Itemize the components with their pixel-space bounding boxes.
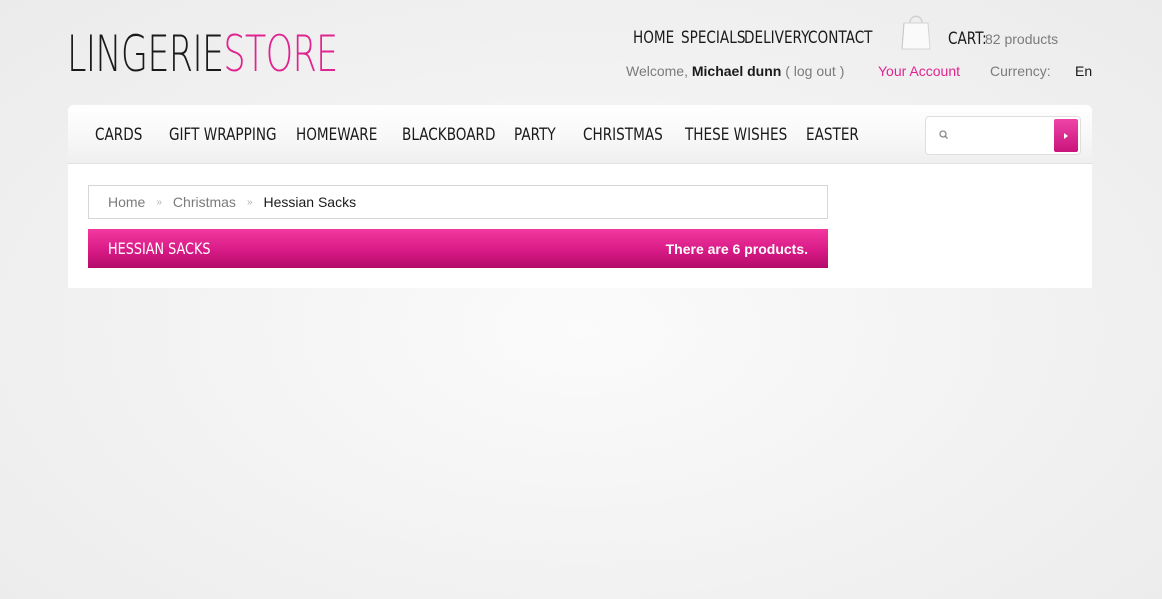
search-input[interactable]: [954, 121, 1054, 150]
logo-text: LINGERIESTORE: [67, 29, 338, 79]
breadcrumb-christmas[interactable]: Christmas: [173, 194, 236, 210]
category-cards[interactable]: CARDS: [95, 124, 142, 146]
top-nav-delivery[interactable]: DELIVERY: [744, 27, 809, 49]
breadcrumb: Home » Christmas » Hessian Sacks: [88, 185, 828, 219]
category-party[interactable]: PARTY: [514, 124, 556, 146]
breadcrumb-separator: »: [246, 196, 253, 208]
cart-label: CART:: [948, 29, 987, 49]
store-logo[interactable]: LINGERIESTORE: [67, 26, 453, 82]
top-nav: HOME SPECIALS DELIVERY CONTACT: [633, 27, 878, 49]
welcome-user-name: Michael dunn: [691, 63, 782, 79]
arrow-right-icon: [1064, 133, 1068, 139]
category-these-wishes[interactable]: THESE WISHES: [685, 124, 787, 146]
category-easter[interactable]: EASTER: [806, 124, 859, 146]
category-heading: HESSIAN SACKS There are 6 products.: [88, 229, 828, 268]
category-title: HESSIAN SACKS: [108, 239, 211, 258]
search-box: [925, 116, 1081, 155]
shopping-bag-icon[interactable]: [900, 11, 932, 51]
category-homeware[interactable]: HOMEWARE: [296, 124, 377, 146]
category-gift-wrapping[interactable]: GIFT WRAPPING: [169, 124, 277, 146]
breadcrumb-home[interactable]: Home: [108, 194, 145, 210]
top-nav-home[interactable]: HOME: [633, 27, 674, 49]
currency-label: Currency:: [990, 63, 1051, 79]
logo-part-1: LINGERIE: [67, 25, 224, 83]
welcome-row: Welcome, Michael dunn ( log out ): [626, 62, 844, 80]
top-nav-specials[interactable]: SPECIALS: [681, 27, 745, 49]
top-nav-contact[interactable]: CONTACT: [808, 27, 873, 49]
search-icon: [939, 130, 948, 139]
welcome-label: Welcome,: [626, 63, 688, 79]
category-christmas[interactable]: CHRISTMAS: [583, 124, 663, 146]
breadcrumb-separator: »: [156, 196, 162, 208]
product-count: There are 6 products.: [665, 241, 808, 257]
breadcrumb-current: Hessian Sacks: [263, 194, 357, 210]
main-panel: CARDS GIFT WRAPPING HOMEWARE BLACKBOARD …: [68, 105, 1092, 288]
logo-part-2: STORE: [223, 25, 338, 83]
logout-link[interactable]: ( log out ): [785, 62, 844, 80]
language-selector[interactable]: En: [1075, 62, 1092, 80]
cart-summary[interactable]: CART: 82 products: [948, 28, 1058, 50]
your-account-link[interactable]: Your Account: [878, 62, 960, 80]
cart-count: 82 products: [985, 31, 1059, 47]
category-blackboard[interactable]: BLACKBOARD: [402, 124, 495, 146]
category-menu: CARDS GIFT WRAPPING HOMEWARE BLACKBOARD …: [68, 105, 1092, 164]
search-button[interactable]: [1054, 119, 1078, 152]
